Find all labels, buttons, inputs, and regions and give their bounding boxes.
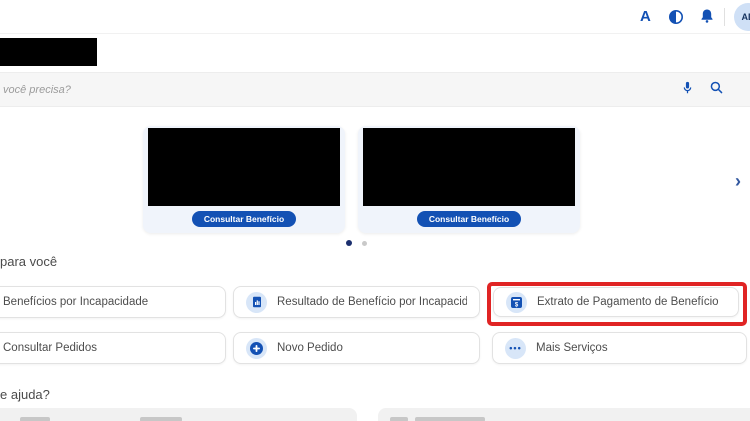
- consultar-beneficio-button[interactable]: Consultar Benefício: [192, 211, 296, 227]
- service-card-consultar-pedidos[interactable]: Consultar Pedidos: [0, 332, 226, 364]
- clipped-text-fragment: [140, 417, 182, 421]
- redacted-logo-image: [0, 38, 97, 66]
- redacted-banner-image: [148, 128, 340, 206]
- help-section-heading: e ajuda?: [0, 387, 50, 402]
- redacted-banner-image: [363, 128, 575, 206]
- search-input[interactable]: [0, 73, 750, 106]
- avatar[interactable]: AD: [734, 3, 750, 31]
- search-bar[interactable]: [0, 72, 750, 107]
- services-section-heading: para você: [0, 254, 57, 269]
- service-card-label: Extrato de Pagamento de Benefício: [537, 296, 719, 308]
- document-chart-icon: [246, 292, 267, 313]
- service-card-mais-servicos[interactable]: ••• Mais Serviços: [492, 332, 747, 364]
- meu-inss-home-page: A AD Consultar Benef: [0, 0, 750, 421]
- font-size-button[interactable]: A: [640, 8, 651, 25]
- consultar-beneficio-button[interactable]: Consultar Benefício: [417, 211, 521, 227]
- service-card-novo-pedido[interactable]: Novo Pedido: [233, 332, 480, 364]
- service-card-label: Novo Pedido: [277, 342, 343, 354]
- service-card-label: Consultar Pedidos: [3, 342, 97, 354]
- carousel-next-icon[interactable]: ›: [735, 172, 741, 190]
- service-card-label: Resultado de Benefício por Incapacidade: [277, 296, 467, 308]
- clipped-text-fragment: [20, 417, 50, 421]
- service-card-resultado-beneficio[interactable]: Resultado de Benefício por Incapacidade: [233, 286, 480, 318]
- service-card-extrato-pagamento[interactable]: $ Extrato de Pagamento de Benefício: [493, 287, 739, 317]
- bell-icon[interactable]: [699, 8, 715, 29]
- service-card-label: Benefícios por Incapacidade: [3, 296, 148, 308]
- clipped-text-fragment: [390, 417, 408, 421]
- header-bottom-border: [0, 33, 750, 34]
- contrast-toggle-icon[interactable]: [668, 9, 684, 30]
- search-icon[interactable]: [709, 80, 724, 100]
- service-card-beneficios-incapacidade[interactable]: Benefícios por Incapacidade: [0, 286, 226, 318]
- ellipsis-icon: •••: [505, 338, 526, 359]
- payment-document-icon: $: [506, 292, 527, 313]
- microphone-icon[interactable]: [680, 80, 695, 101]
- service-card-label: Mais Serviços: [536, 342, 608, 354]
- carousel-slide-1[interactable]: Consultar Benefício: [143, 126, 345, 233]
- carousel-dot[interactable]: [362, 241, 367, 246]
- clipped-text-fragment: [415, 417, 485, 421]
- carousel-slide-2[interactable]: Consultar Benefício: [358, 126, 580, 233]
- carousel-dot-active[interactable]: [346, 240, 352, 246]
- header-divider: [724, 8, 725, 26]
- plus-icon: [246, 338, 267, 359]
